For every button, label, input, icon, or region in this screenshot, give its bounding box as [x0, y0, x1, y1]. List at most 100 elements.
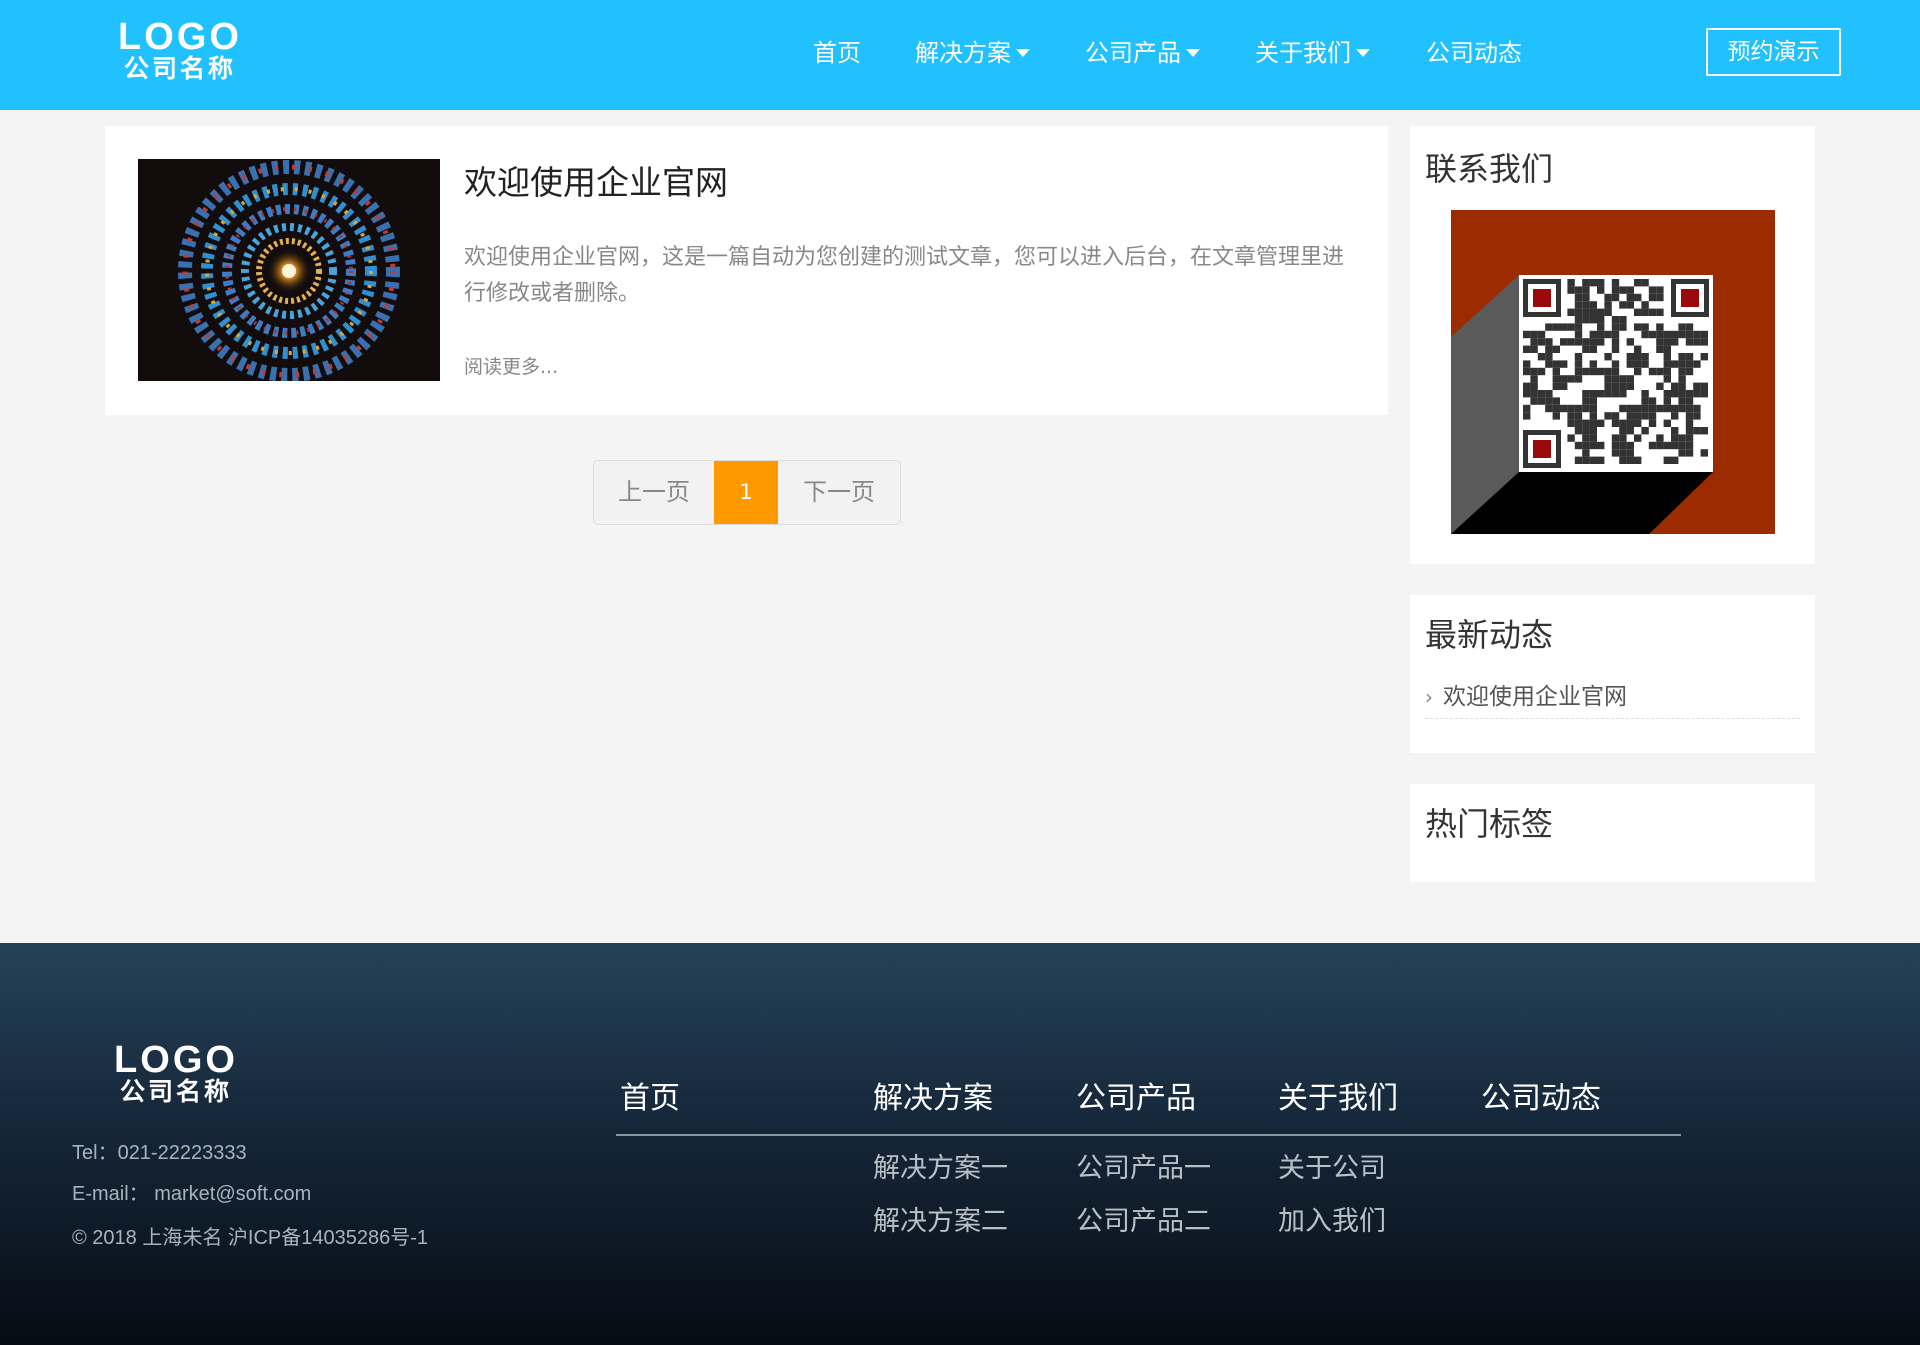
qr-module — [1700, 330, 1708, 339]
qr-module — [1530, 345, 1538, 353]
footer-link-solution-1[interactable]: 解决方案一 — [873, 1146, 1008, 1185]
qr-module — [1641, 308, 1649, 316]
qr-module — [1641, 323, 1649, 331]
qr-module — [1663, 419, 1671, 427]
qr-module — [1545, 338, 1553, 346]
qr-module — [1663, 397, 1671, 405]
qr-module — [1574, 338, 1583, 346]
qr-module — [1634, 456, 1642, 464]
qr-module — [1634, 434, 1642, 442]
nav-label: 公司产品 — [1085, 39, 1181, 67]
qr-module — [1604, 390, 1612, 398]
logo-word: LOGO — [118, 16, 242, 58]
qr-module — [1678, 441, 1686, 450]
qr-module — [1545, 323, 1553, 331]
footer-link-solution-2[interactable]: 解决方案二 — [873, 1199, 1008, 1238]
header-logo[interactable]: LOGO 公司名称 — [112, 16, 248, 84]
footer-email: E-mail： market@soft.com — [72, 1183, 312, 1205]
qr-module — [1685, 449, 1694, 457]
qr-module — [1685, 330, 1694, 339]
nav-item-news[interactable]: 公司动态 — [1426, 36, 1522, 70]
qr-module — [1589, 301, 1597, 309]
qr-module — [1648, 441, 1657, 450]
qr-module — [1582, 456, 1590, 464]
footer-link-solutions[interactable]: 解决方案 — [873, 1073, 993, 1117]
caret-down-icon — [1356, 49, 1370, 57]
qr-module — [1641, 397, 1649, 405]
qr-module — [1530, 367, 1538, 376]
qr-module — [1537, 390, 1546, 398]
qr-module — [1641, 301, 1649, 309]
prev-page-button[interactable]: 上一页 — [594, 461, 714, 524]
qr-module — [1582, 367, 1590, 376]
qr-module — [1641, 404, 1649, 413]
footer-link-join-us[interactable]: 加入我们 — [1278, 1199, 1386, 1238]
footer-link-news[interactable]: 公司动态 — [1481, 1073, 1601, 1117]
footer-link-products[interactable]: 公司产品 — [1076, 1073, 1196, 1117]
qr-module — [1641, 412, 1649, 420]
qr-module — [1604, 412, 1612, 420]
qr-module — [1626, 427, 1634, 435]
qr-module — [1582, 345, 1590, 353]
read-more-link[interactable]: 阅读更多... — [464, 352, 558, 379]
article-thumbnail[interactable] — [138, 159, 440, 381]
qr-module — [1685, 434, 1694, 442]
qr-module — [1560, 382, 1568, 390]
qr-module — [1597, 338, 1605, 346]
qr-module — [1582, 404, 1590, 413]
qr-module — [1574, 323, 1583, 331]
qr-module — [1574, 360, 1583, 368]
qr-module — [1626, 404, 1634, 413]
footer-link-about[interactable]: 关于我们 — [1278, 1073, 1398, 1117]
qr-module — [1678, 382, 1686, 390]
qr-module — [1693, 404, 1701, 413]
qr-module — [1589, 397, 1597, 405]
qr-module — [1552, 397, 1560, 405]
nav-item-about[interactable]: 关于我们 — [1255, 36, 1370, 70]
qr-module — [1567, 434, 1575, 442]
qr-module — [1626, 353, 1634, 361]
qr-module — [1685, 353, 1694, 361]
nav-item-home[interactable]: 首页 — [813, 36, 861, 70]
book-demo-button[interactable]: 预约演示 — [1706, 28, 1841, 76]
nav-item-products[interactable]: 公司产品 — [1085, 36, 1200, 70]
qr-module — [1582, 397, 1590, 405]
qr-module — [1582, 279, 1590, 287]
footer-logo[interactable]: LOGO 公司名称 — [108, 1041, 244, 1107]
qr-module — [1634, 308, 1642, 316]
qr-module — [1545, 345, 1553, 353]
qr-module — [1574, 316, 1583, 324]
qr-module — [1545, 353, 1553, 361]
qr-module — [1567, 375, 1575, 383]
qr-module — [1574, 427, 1583, 435]
qr-module — [1567, 412, 1575, 420]
footer-link-home[interactable]: 首页 — [620, 1073, 680, 1117]
qr-module — [1604, 330, 1612, 339]
qr-module — [1693, 390, 1701, 398]
footer-link-product-2[interactable]: 公司产品二 — [1076, 1199, 1211, 1238]
qr-module — [1626, 360, 1634, 368]
qr-module — [1597, 286, 1605, 294]
qr-module — [1626, 441, 1634, 450]
qr-module — [1634, 353, 1642, 361]
nav-item-solutions[interactable]: 解决方案 — [915, 36, 1030, 70]
next-page-button[interactable]: 下一页 — [778, 461, 900, 524]
qr-module — [1641, 390, 1649, 398]
footer-link-about-company[interactable]: 关于公司 — [1278, 1146, 1386, 1185]
qr-module — [1641, 279, 1649, 287]
qr-module — [1530, 390, 1538, 398]
qr-module — [1678, 434, 1686, 442]
qr-module — [1648, 404, 1657, 413]
qr-module — [1663, 375, 1671, 383]
qr-module — [1693, 427, 1701, 435]
qr-module — [1611, 316, 1620, 324]
qr-module — [1619, 390, 1627, 398]
footer-link-product-1[interactable]: 公司产品一 — [1076, 1146, 1211, 1185]
page-number-current[interactable]: 1 — [714, 461, 778, 524]
news-list-item[interactable]: › 欢迎使用企业官网 — [1425, 677, 1800, 719]
qr-module — [1530, 338, 1538, 346]
qr-module — [1582, 338, 1590, 346]
article-title[interactable]: 欢迎使用企业官网 — [464, 156, 728, 204]
article-card: 欢迎使用企业官网 欢迎使用企业官网，这是一篇自动为您创建的测试文章，您可以进入后… — [105, 126, 1388, 415]
qr-module — [1552, 404, 1560, 413]
